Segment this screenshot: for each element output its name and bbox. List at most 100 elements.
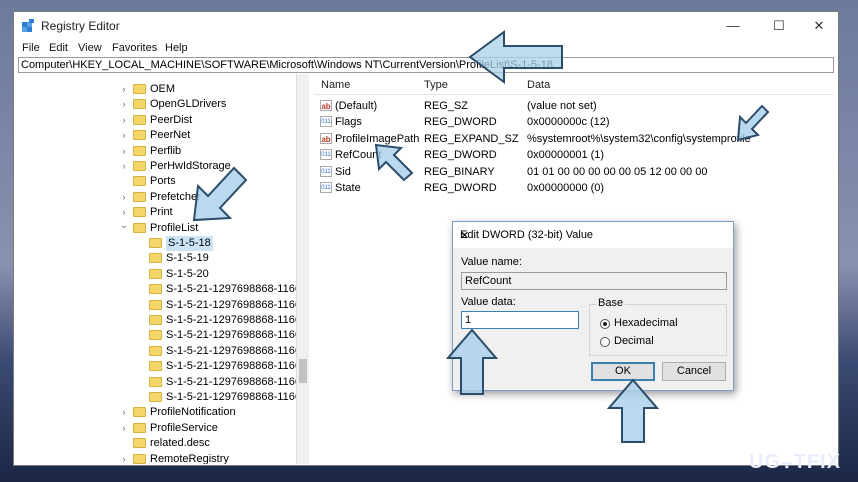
folder-icon [149,253,162,264]
chevron-right-icon[interactable]: › [120,144,128,159]
tree-item[interactable]: related.desc [18,436,298,451]
menu-edit[interactable]: Edit [49,42,68,54]
column-header-type[interactable]: Type [424,79,448,91]
tree-item[interactable]: › ProfileService [18,421,298,436]
tree-item[interactable]: S-1-5-21-1297698868-11663 [18,282,301,297]
tree-item[interactable]: S-1-5-21-1297698868-11663 [18,344,301,359]
value-type: REG_BINARY [424,165,495,178]
chevron-right-icon[interactable]: › [120,97,128,112]
binary-value-icon: 011 [320,149,332,161]
tree-item-label: S-1-5-18 [166,236,213,251]
folder-icon [133,99,146,110]
address-bar[interactable]: Computer\HKEY_LOCAL_MACHINE\SOFTWARE\Mic… [18,57,834,73]
tree-item-label: Print [150,206,173,219]
tree-item[interactable]: › OEM [18,82,298,97]
tree-item[interactable]: › RemoteRegistry [18,452,298,464]
value-data-input[interactable]: 1 [461,311,579,329]
tree-item[interactable]: › Perflib [18,144,298,159]
tree-item-label: related.desc [150,437,210,450]
tree-item[interactable]: › Prefetcher [18,190,298,205]
tree-item-label: S-1-5-21-1297698868-11663 [166,314,301,326]
tree-item[interactable]: S-1-5-21-1297698868-11663 [18,328,301,343]
tree-item-label: RemoteRegistry [150,452,229,464]
minimize-button[interactable]: — [713,12,753,39]
value-data: 0x00000001 (1) [527,149,605,162]
tree-item-label: S-1-5-19 [166,252,209,265]
tree-item[interactable]: S-1-5-21-1297698868-11663 [18,298,301,313]
binary-value-icon: 011 [320,182,332,193]
close-button[interactable]: ✕ [799,12,839,39]
arrow-up-icon [446,328,498,395]
hexadecimal-radio[interactable] [600,319,610,329]
arrow-up-ok-icon [607,378,659,443]
tree-item[interactable]: › PerHwIdStorage [18,159,298,174]
menu-help[interactable]: Help [165,42,188,54]
chevron-right-icon[interactable]: › [120,452,128,464]
tree-item[interactable]: Ports [18,174,298,189]
tree-item[interactable]: S-1-5-21-1297698868-11663 [18,390,300,405]
dialog-close-icon[interactable]: ✕ [460,229,725,242]
hexadecimal-label[interactable]: Hexadecimal [614,317,678,329]
folder-icon [149,299,162,310]
chevron-right-icon[interactable]: › [120,128,128,143]
tree-item[interactable]: S-1-5-20 [18,267,298,282]
folder-icon [133,453,146,464]
maximize-button[interactable]: ☐ [759,12,799,39]
tree-item[interactable]: ⌄ ProfileList [18,218,298,236]
chevron-right-icon[interactable]: › [120,113,128,128]
menu-file[interactable]: File [22,42,40,54]
tree-scrollbar-thumb[interactable] [299,359,307,383]
folder-icon [149,392,162,402]
menu-view[interactable]: View [78,42,102,54]
value-name: (Default) [335,100,378,112]
value-type: REG_DWORD [424,182,497,194]
base-groupbox: Base Hexadecimal Decimal [589,297,727,356]
decimal-label[interactable]: Decimal [614,335,654,347]
menu-bar: File Edit View Favorites Help [14,40,838,58]
registry-editor-app-icon [22,19,34,32]
chevron-right-icon[interactable]: › [120,421,128,436]
folder-icon [149,376,162,387]
dialog-title-bar: Edit DWORD (32-bit) Value ✕ [453,222,733,248]
title-bar: Registry Editor — ☐ ✕ [14,12,838,39]
string-value-icon: ab [320,132,332,144]
chevron-down-icon[interactable]: ⌄ [120,218,128,233]
chevron-right-icon[interactable]: › [120,405,128,420]
value-name-label: Value name: [461,256,522,268]
watermark-logo: UG⨪TFIX [749,451,842,473]
value-type: REG_SZ [424,100,469,112]
chevron-right-icon[interactable]: › [120,82,128,97]
tree-item[interactable]: › OpenGLDrivers [18,97,298,112]
tree-item[interactable]: S-1-5-18 [18,236,298,251]
tree-item-label: S-1-5-21-1297698868-11663 [166,283,301,296]
tree-item[interactable]: › PeerDist [18,113,298,128]
tree-item[interactable]: S-1-5-21-1297698868-11663 [18,359,300,374]
decimal-radio[interactable] [600,337,610,347]
value-data: 0x00000000 (0) [527,182,605,194]
tree-item[interactable]: › PeerNet [18,128,298,143]
folder-icon [133,438,146,449]
value-row[interactable]: 011 State REG_DWORD 0x00000000 (0) [314,180,834,196]
tree-scrollbar[interactable] [296,74,309,464]
chevron-right-icon[interactable]: › [120,190,128,205]
menu-favorites[interactable]: Favorites [112,42,157,54]
tree-item-label: S-1-5-21-1297698868-11663 [166,329,301,342]
tree-item-label: S-1-5-21-1297698868-11663 [166,298,301,311]
arrow-up-left-icon [374,143,414,182]
tree-item[interactable]: › ProfileNotification [18,405,298,420]
tree-item-label: S-1-5-21-1297698868-11663 [166,375,301,388]
tree-item-label: Ports [150,175,176,188]
column-header-name[interactable]: Name [321,79,350,91]
folder-icon [133,161,146,171]
value-data-label: Value data: [461,296,516,308]
folder-icon [133,176,146,187]
tree-item[interactable]: S-1-5-21-1297698868-11663 [18,375,301,390]
arrow-down-left-small-icon [736,104,770,142]
tree-item[interactable]: › Print [18,205,298,220]
tree-item-label: PeerNet [150,129,191,142]
tree-item[interactable]: S-1-5-19 [18,251,298,266]
tree-item-label: S-1-5-21-1297698868-11663 [166,344,301,357]
cancel-button[interactable]: Cancel [662,362,726,381]
tree-item[interactable]: S-1-5-21-1297698868-11663 [18,313,301,328]
chevron-right-icon[interactable]: › [120,159,128,174]
